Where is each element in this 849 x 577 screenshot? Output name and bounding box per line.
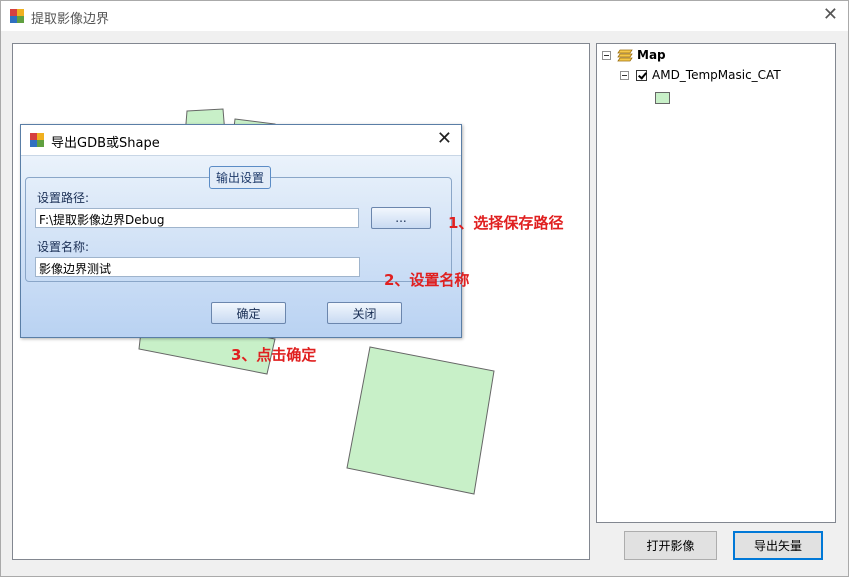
layer-visibility-checkbox[interactable] [636, 69, 647, 81]
close-button[interactable]: 关闭 [327, 302, 402, 324]
map-polygon [346, 346, 495, 495]
collapse-icon[interactable] [602, 50, 611, 60]
close-icon[interactable]: ✕ [823, 5, 838, 25]
annotation-step1: 1、选择保存路径 [448, 214, 564, 232]
dialog-title: 导出GDB或Shape [51, 136, 160, 151]
export-vector-button[interactable]: 导出矢量 [733, 531, 823, 560]
window-title: 提取影像边界 [31, 12, 110, 27]
toc-root-label: Map [637, 48, 666, 62]
annotation-step3: 3、点击确定 [231, 346, 317, 364]
open-image-button[interactable]: 打开影像 [624, 531, 717, 560]
app-icon [10, 9, 24, 23]
toc-layer-row[interactable]: AMD_TempMasic_CAT [620, 68, 781, 82]
name-label: 设置名称: [37, 240, 90, 254]
window-titlebar[interactable]: 提取影像边界 ✕ [1, 1, 848, 31]
dialog-close-icon[interactable]: ✕ [437, 128, 452, 149]
dialog-titlebar[interactable]: 导出GDB或Shape ✕ [21, 125, 461, 156]
toc-layer-label: AMD_TempMasic_CAT [652, 68, 781, 82]
name-input[interactable]: 影像边界测试 [35, 257, 360, 277]
toc-root-row[interactable]: Map [602, 48, 666, 62]
export-dialog[interactable]: 导出GDB或Shape ✕ 输出设置 设置路径: F:\提取影像边界Debug … [20, 124, 462, 338]
path-input[interactable]: F:\提取影像边界Debug [35, 208, 359, 228]
map-layers-icon [617, 49, 633, 62]
path-label: 设置路径: [37, 191, 90, 205]
collapse-icon[interactable] [620, 70, 629, 80]
dialog-app-icon [30, 133, 44, 147]
browse-button[interactable]: ... [371, 207, 431, 229]
annotation-step2: 2、设置名称 [384, 271, 470, 289]
table-of-contents[interactable]: Map AMD_TempMasic_CAT [596, 43, 836, 523]
ok-button[interactable]: 确定 [211, 302, 286, 324]
group-title: 输出设置 [209, 166, 272, 189]
legend-swatch [655, 92, 670, 104]
